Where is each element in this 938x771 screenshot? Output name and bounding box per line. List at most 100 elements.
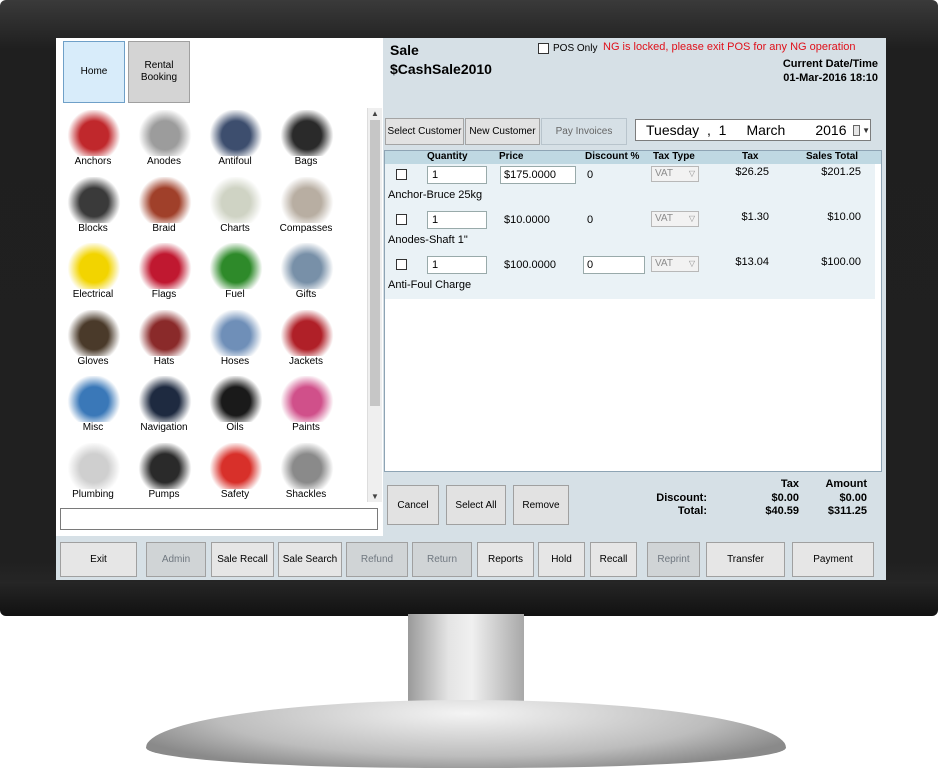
new-customer-button[interactable]: New Customer [465, 118, 540, 145]
category-anchors[interactable]: Anchors [60, 108, 126, 172]
category-gloves[interactable]: Gloves [60, 308, 126, 372]
category-misc[interactable]: Misc [60, 374, 126, 438]
monitor-stand-base [146, 700, 786, 768]
anode-icon [137, 110, 193, 156]
category-flags[interactable]: Flags [131, 241, 197, 305]
date-weekday: Tuesday [646, 122, 700, 138]
remove-button[interactable]: Remove [513, 485, 569, 525]
category-anodes[interactable]: Anodes [131, 108, 197, 172]
line-quantity-input[interactable]: 1 [427, 211, 487, 229]
category-label: Jackets [289, 355, 323, 367]
sale-search-button[interactable]: Sale Search [278, 542, 342, 577]
pos-only-check-icon[interactable] [538, 43, 549, 54]
category-label: Shackles [285, 489, 327, 500]
select-customer-button[interactable]: Select Customer [385, 118, 464, 145]
category-search-input[interactable] [60, 508, 378, 530]
line-description: Anodes-Shaft 1" [388, 234, 468, 246]
line-quantity-input[interactable]: 1 [427, 256, 487, 274]
line-tax-type-select[interactable]: VAT ▽ [651, 166, 699, 182]
summary-tax-header: Tax [780, 478, 799, 490]
glove-icon [66, 309, 122, 356]
category-pumps[interactable]: Pumps [131, 441, 197, 505]
grid-header: Quantity Price Discount % Tax Type Tax S… [385, 151, 881, 164]
category-scrollbar[interactable]: ▲ ▼ [367, 108, 382, 502]
line-sales-total: $10.00 [827, 211, 861, 223]
category-fuel[interactable]: Fuel [202, 241, 268, 305]
hold-button[interactable]: Hold [538, 542, 585, 577]
current-date-label: Current Date/Time [782, 58, 878, 70]
category-label: Braid [152, 222, 176, 234]
payment-button[interactable]: Payment [792, 542, 874, 577]
reprint-button[interactable]: Reprint [647, 542, 700, 577]
line-tax-amount: $13.04 [735, 256, 769, 268]
line-discount-input[interactable]: 0 [583, 166, 645, 184]
line-discount-input[interactable]: 0 [583, 211, 645, 229]
category-charts[interactable]: Charts [202, 175, 268, 239]
tab-rental-booking[interactable]: Rental Booking [128, 41, 190, 103]
category-bags[interactable]: Bags [273, 108, 339, 172]
transfer-button[interactable]: Transfer [706, 542, 785, 577]
summary-total-label: Total: [677, 505, 707, 517]
line-tax-type-select[interactable]: VAT ▽ [651, 211, 699, 227]
line-quantity-input[interactable]: 1 [427, 166, 487, 184]
lifebuoy-icon [208, 443, 264, 489]
line-tax-type-select[interactable]: VAT ▽ [651, 256, 699, 272]
category-electrical[interactable]: Electrical [60, 241, 126, 305]
col-discount: Discount % [585, 151, 640, 162]
line-sales-total: $100.00 [821, 256, 861, 268]
summary-total-tax: $40.59 [765, 505, 799, 517]
category-paints[interactable]: Paints [273, 374, 339, 438]
category-safety[interactable]: Safety [202, 441, 268, 505]
line-select-checkbox[interactable] [396, 259, 407, 270]
category-plumbing[interactable]: Plumbing [60, 441, 126, 505]
line-select-checkbox[interactable] [396, 214, 407, 225]
summary-discount-amount: $0.00 [839, 492, 867, 504]
sale-date-picker[interactable]: Tuesday , 1 March 2016 ▼ [635, 119, 871, 141]
sale-recall-button[interactable]: Sale Recall [211, 542, 274, 577]
category-navigation[interactable]: Navigation [131, 374, 197, 438]
scroll-down-icon[interactable]: ▼ [371, 492, 379, 501]
recall-button[interactable]: Recall [590, 542, 637, 577]
admin-button[interactable]: Admin [146, 542, 206, 577]
category-hoses[interactable]: Hoses [202, 308, 268, 372]
category-shackles[interactable]: Shackles [273, 441, 339, 505]
gift-icon [279, 243, 335, 290]
exit-button[interactable]: Exit [60, 542, 137, 577]
select-all-button[interactable]: Select All [446, 485, 506, 525]
category-label: Antifoul [218, 156, 252, 167]
line-select-checkbox[interactable] [396, 169, 407, 180]
line-price-input[interactable]: $100.0000 [500, 256, 576, 274]
category-compasses[interactable]: Compasses [273, 175, 339, 239]
line-tax-type-value: VAT [655, 258, 673, 269]
scroll-up-icon[interactable]: ▲ [371, 109, 379, 118]
category-blocks[interactable]: Blocks [60, 175, 126, 239]
reports-button[interactable]: Reports [477, 542, 534, 577]
pos-only-checkbox[interactable]: POS Only [538, 43, 597, 54]
tab-home[interactable]: Home [63, 41, 125, 103]
current-date-value: 01-Mar-2016 18:10 [783, 72, 878, 84]
category-jackets[interactable]: Jackets [273, 308, 339, 372]
fuel-nozzle-icon [208, 243, 264, 290]
chevron-down-icon[interactable]: ▼ [862, 126, 870, 135]
refund-button[interactable]: Refund [346, 542, 408, 577]
category-hats[interactable]: Hats [131, 308, 197, 372]
chevron-down-icon: ▽ [688, 259, 695, 268]
scroll-thumb[interactable] [370, 120, 380, 406]
cancel-button[interactable]: Cancel [387, 485, 439, 525]
category-label: Safety [220, 489, 250, 500]
plumbing-icon [66, 443, 122, 489]
boat-hull-icon [208, 110, 264, 156]
category-label: Oils [226, 422, 244, 434]
line-price-input[interactable]: $10.0000 [500, 211, 576, 229]
calendar-icon[interactable] [852, 124, 861, 136]
category-braid[interactable]: Braid [131, 175, 197, 239]
category-oils[interactable]: Oils [202, 374, 268, 438]
category-gifts[interactable]: Gifts [273, 241, 339, 305]
line-discount-input[interactable]: 0 [583, 256, 645, 274]
electrical-warning-icon [66, 243, 122, 290]
summary-discount-label: Discount: [656, 492, 707, 504]
category-antifoul[interactable]: Antifoul [202, 108, 268, 172]
line-price-input[interactable]: $175.0000 [500, 166, 576, 184]
pay-invoices-button[interactable]: Pay Invoices [541, 118, 627, 145]
return-button[interactable]: Return [412, 542, 472, 577]
